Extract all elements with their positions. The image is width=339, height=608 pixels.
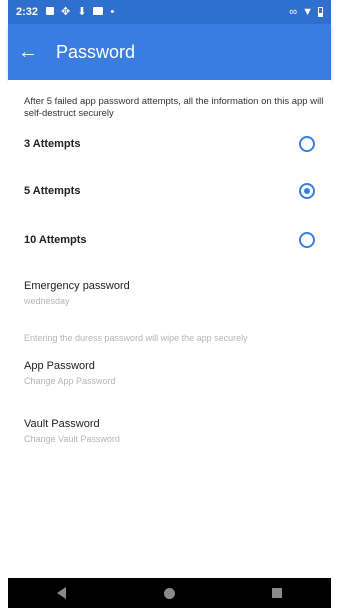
mail-icon	[93, 6, 104, 18]
option-label: 3 Attempts	[24, 138, 81, 150]
dot-icon: •	[110, 5, 115, 18]
vault-password-title: Vault Password	[24, 418, 100, 430]
option-10-attempts[interactable]: 10 Attempts	[8, 217, 331, 263]
radio-button-selected[interactable]	[299, 183, 315, 199]
settings-content: After 5 failed app password attempts, al…	[8, 80, 331, 578]
vault-password-subtitle: Change Vault Password	[24, 434, 120, 444]
download-icon: ⬇	[77, 5, 87, 18]
emergency-password-title: Emergency password	[24, 280, 130, 292]
app-password-title: App Password	[24, 360, 95, 372]
radio-button[interactable]	[299, 136, 315, 152]
option-label: 5 Attempts	[24, 185, 81, 197]
nav-back-icon[interactable]	[47, 578, 77, 608]
wifi-icon: ▼	[302, 6, 313, 18]
back-arrow-icon[interactable]: ←	[8, 24, 48, 80]
app-password-subtitle: Change App Password	[24, 376, 116, 386]
nav-home-icon[interactable]	[154, 578, 184, 608]
app-bar: ← Password	[8, 24, 331, 80]
notification-icon	[46, 6, 55, 18]
page-title: Password	[56, 41, 136, 62]
battery-icon	[318, 7, 323, 17]
vault-password-setting[interactable]: Vault Password Change Vault Password	[8, 418, 331, 444]
option-3-attempts[interactable]: 3 Attempts	[8, 121, 331, 167]
app-password-setting[interactable]: App Password Change App Password	[8, 360, 331, 386]
duress-note: Entering the duress password will wipe t…	[24, 333, 248, 343]
status-bar: 2:32 ✥ ⬇ • ∞ ▼	[8, 0, 331, 24]
option-5-attempts[interactable]: 5 Attempts	[8, 168, 331, 214]
radio-button[interactable]	[299, 232, 315, 248]
sync-icon: ✥	[61, 5, 71, 18]
emergency-password-setting[interactable]: Emergency password wednesday	[8, 280, 331, 306]
link-icon: ∞	[289, 6, 298, 18]
info-text: After 5 failed app password attempts, al…	[24, 96, 324, 119]
nav-recents-icon[interactable]	[262, 578, 292, 608]
status-time: 2:32	[16, 6, 39, 18]
navigation-bar	[8, 578, 331, 608]
option-label: 10 Attempts	[24, 234, 87, 246]
emergency-password-value: wednesday	[24, 296, 70, 306]
